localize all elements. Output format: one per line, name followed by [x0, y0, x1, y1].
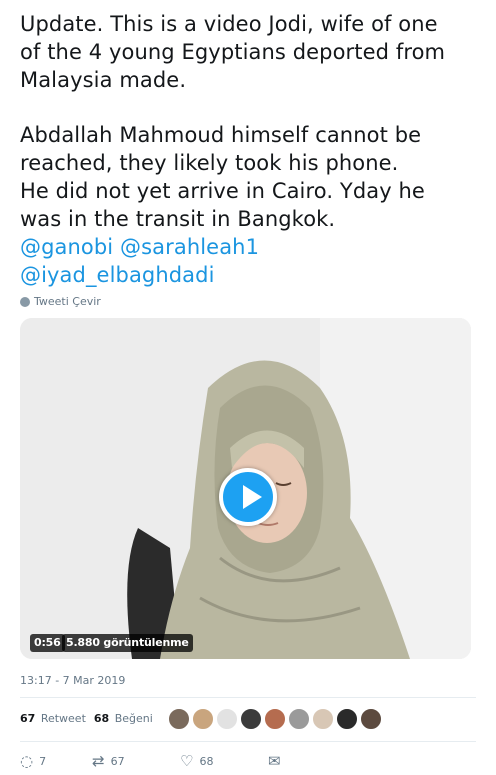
avatar[interactable]: [192, 708, 214, 730]
tweet-line: of the 4 young Egyptians deported from: [20, 40, 446, 64]
translate-label: Tweeti Çevir: [34, 295, 101, 308]
video-player[interactable]: 0:56 5.880 görüntülenme: [20, 318, 471, 659]
play-button[interactable]: [219, 468, 277, 526]
avatar[interactable]: [288, 708, 310, 730]
tweet-line: reached, they likely took his phone.: [20, 151, 399, 175]
like-stat-label: Beğeni: [114, 712, 153, 725]
envelope-icon: ✉: [268, 752, 281, 770]
divider: [20, 741, 476, 742]
reply-icon: ◌: [20, 752, 34, 770]
retweet-icon: ⇄: [92, 752, 105, 770]
direct-message-button[interactable]: ✉: [268, 752, 288, 770]
translate-tweet-link[interactable]: Tweeti Çevir: [20, 295, 101, 308]
retweet-stat[interactable]: 67 Retweet: [20, 712, 86, 725]
heart-icon: ♡: [180, 752, 194, 770]
mentions-line: @ganobi @sarahleah1: [20, 233, 490, 261]
tweet-line: Malaysia made.: [20, 68, 187, 92]
tweet-actions: ◌ 7 ⇄ 67 ♡ 68 ✉: [20, 752, 316, 770]
retweet-count: 67: [110, 754, 125, 768]
mention-link-iyad-elbaghdadi[interactable]: @iyad_elbaghdadi: [20, 263, 215, 287]
video-view-count: 5.880 görüntülenme: [62, 634, 193, 652]
like-stat-count: 68: [93, 712, 110, 725]
tweet-timestamp[interactable]: 13:17 - 7 Mar 2019: [20, 674, 125, 687]
avatar[interactable]: [168, 708, 190, 730]
tweet-line: Update. This is a video Jodi, wife of on…: [20, 12, 438, 36]
like-button[interactable]: ♡ 68: [180, 752, 240, 770]
retweet-stat-count: 67: [20, 712, 36, 725]
mentions-line: @iyad_elbaghdadi: [20, 261, 490, 289]
play-icon: [243, 485, 262, 509]
reply-count: 7: [39, 754, 47, 768]
reply-button[interactable]: ◌ 7: [20, 752, 64, 770]
avatar[interactable]: [240, 708, 262, 730]
divider: [20, 697, 476, 698]
mention-link-ganobi[interactable]: @ganobi: [20, 235, 113, 259]
like-stat[interactable]: 68 Beğeni: [94, 712, 153, 725]
avatar[interactable]: [336, 708, 358, 730]
tweet-line: Abdallah Mahmoud himself cannot be: [20, 123, 422, 147]
avatar[interactable]: [264, 708, 286, 730]
tweet-line: was in the transit in Bangkok.: [20, 207, 336, 231]
mention-link-sarahleah1[interactable]: @sarahleah1: [120, 235, 259, 259]
tweet-text: Update. This is a video Jodi, wife of on…: [20, 10, 490, 289]
like-count: 68: [199, 754, 214, 768]
liker-avatars: [168, 708, 382, 730]
avatar[interactable]: [216, 708, 238, 730]
avatar[interactable]: [312, 708, 334, 730]
tweet-stats: 67 Retweet 68 Beğeni: [20, 712, 153, 725]
avatar[interactable]: [360, 708, 382, 730]
retweet-button[interactable]: ⇄ 67: [92, 752, 152, 770]
retweet-stat-label: Retweet: [40, 712, 86, 725]
globe-icon: [20, 296, 30, 307]
video-duration: 0:56: [30, 634, 65, 652]
tweet-line: He did not yet arrive in Cairo. Yday he: [20, 179, 425, 203]
